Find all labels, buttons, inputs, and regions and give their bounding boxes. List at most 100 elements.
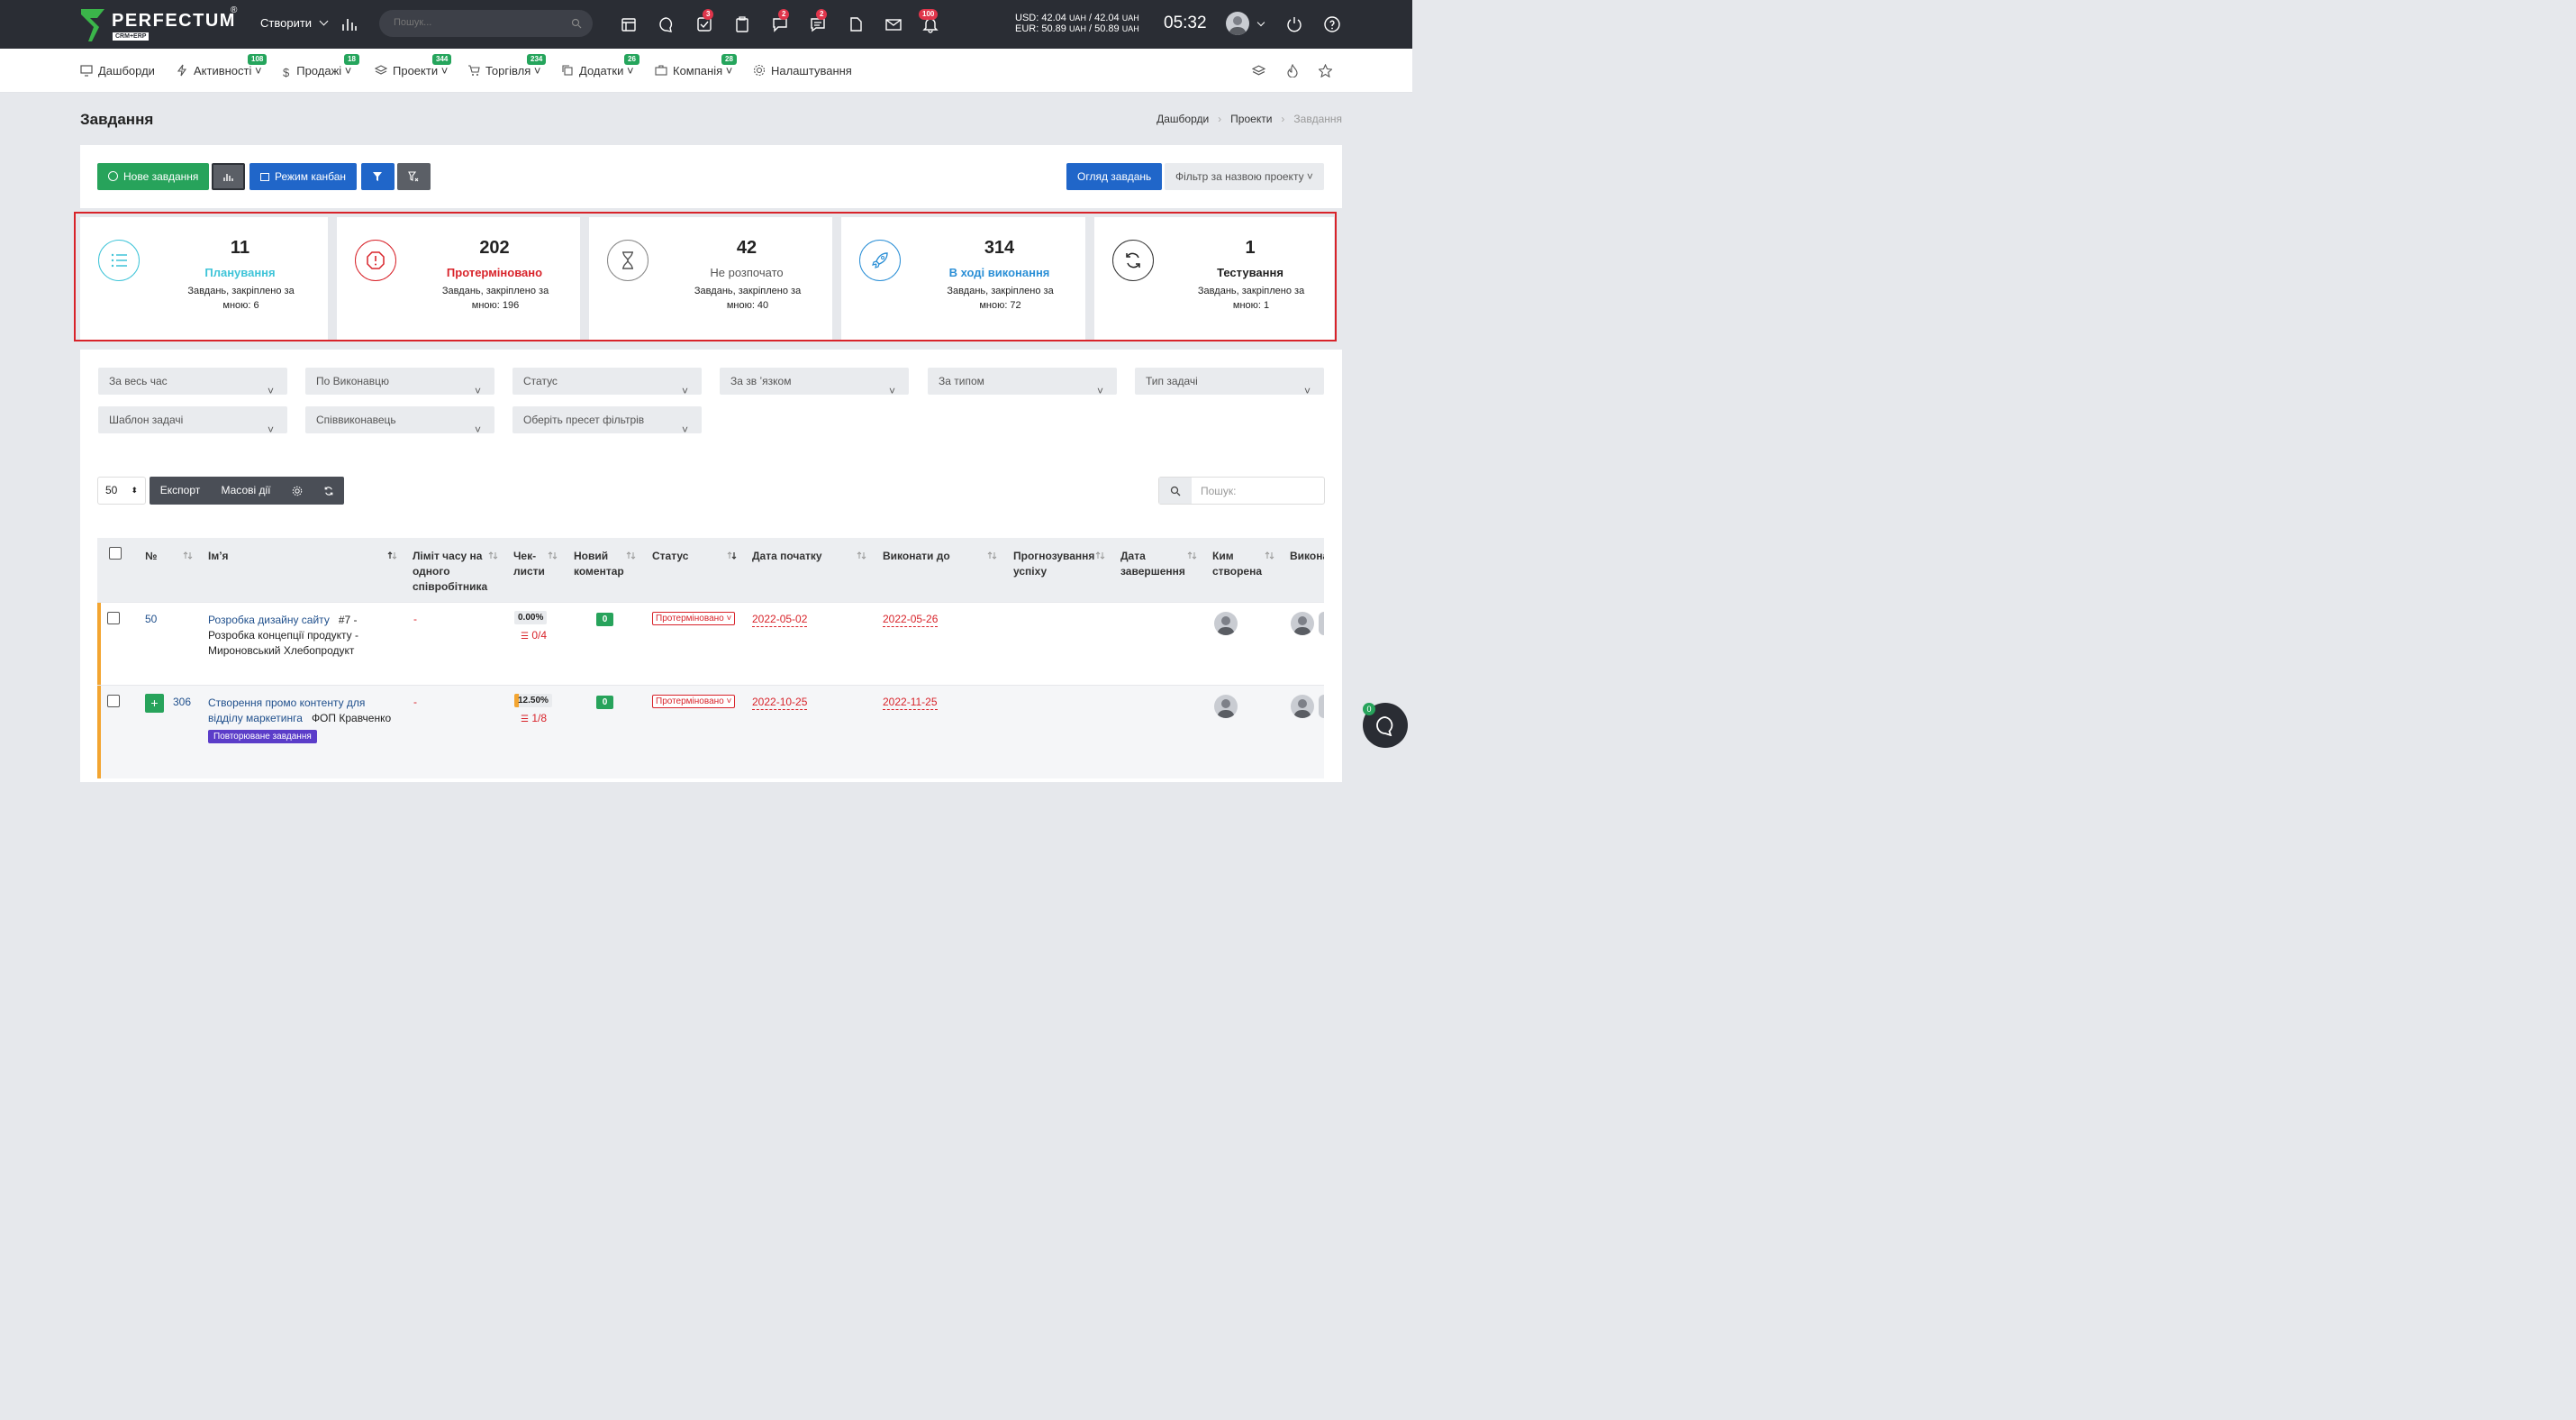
select-all-checkbox[interactable] xyxy=(109,547,122,560)
stats-toggle-button[interactable] xyxy=(212,163,245,190)
start-date[interactable]: 2022-10-25 xyxy=(752,696,808,710)
task-name-link[interactable]: Розробка дизайну сайту xyxy=(208,614,330,626)
nav-item-trade[interactable]: Торгівля ˅ 234 xyxy=(467,54,547,77)
status-select[interactable]: Протерміновано ˅ xyxy=(652,695,736,708)
clear-filter-button[interactable] xyxy=(397,163,431,190)
checklist-count[interactable]: ☰ 1/8 xyxy=(521,712,547,724)
row-checkbox[interactable] xyxy=(107,695,120,707)
sort-icon[interactable] xyxy=(626,551,636,560)
nav-item-dashboards[interactable]: Дашборди xyxy=(80,64,155,77)
col-assignee[interactable]: Викона xyxy=(1290,549,1324,564)
col-completion-date[interactable]: Дата завершення xyxy=(1120,549,1189,579)
layers-icon[interactable] xyxy=(1252,64,1265,77)
due-date[interactable]: 2022-11-25 xyxy=(883,696,938,710)
chevron-down-icon[interactable] xyxy=(1256,18,1265,27)
filter-status[interactable]: Статус ˅ xyxy=(512,368,702,397)
per-page-select[interactable]: 50 ⬍ xyxy=(97,477,146,505)
table-search[interactable]: Пошук: xyxy=(1158,477,1325,505)
global-search[interactable] xyxy=(379,10,593,37)
clipboard-icon[interactable] xyxy=(733,15,751,33)
power-icon[interactable] xyxy=(1285,15,1303,33)
task-overview-button[interactable]: Огляд завдань xyxy=(1066,163,1163,190)
support-chat-button[interactable]: 0 xyxy=(1363,703,1408,748)
filter-assignee[interactable]: По Виконавцю ˅ xyxy=(305,368,494,397)
col-number[interactable]: № xyxy=(145,549,157,564)
creator-avatar[interactable] xyxy=(1214,612,1238,635)
sort-icon[interactable] xyxy=(488,551,498,560)
creator-avatar[interactable] xyxy=(1214,695,1238,718)
sort-icon[interactable] xyxy=(1187,551,1197,560)
stat-card-testing[interactable]: 1 Тестування Завдань, закріплено за мною… xyxy=(1094,217,1334,340)
nav-item-projects[interactable]: Проекти ˅ 344 xyxy=(375,54,452,77)
col-time-limit[interactable]: Ліміт часу на одного співробітника xyxy=(413,549,487,595)
breadcrumb-item[interactable]: Проекти xyxy=(1230,113,1272,125)
nav-item-apps[interactable]: Додатки ˅ 26 xyxy=(561,54,639,77)
sort-icon[interactable] xyxy=(727,551,737,560)
task-number[interactable]: 306 xyxy=(173,696,191,708)
global-search-input[interactable] xyxy=(394,17,565,28)
filter-template[interactable]: Шаблон задачі ˅ xyxy=(98,406,287,436)
filter-co-assignee[interactable]: Співвиконавець ˅ xyxy=(305,406,494,436)
assignee-avatar[interactable] xyxy=(1291,695,1314,718)
due-date[interactable]: 2022-05-26 xyxy=(883,613,939,627)
nav-item-sales[interactable]: $ Продажі ˅ 18 xyxy=(283,54,359,79)
filter-type[interactable]: За типом ˅ xyxy=(928,368,1117,397)
calendar-icon[interactable] xyxy=(620,15,638,33)
stat-card-in-progress[interactable]: 314 В ході виконання Завдань, закріплено… xyxy=(841,217,1085,340)
sort-icon[interactable] xyxy=(987,551,997,560)
checklist-count[interactable]: ☰ 0/4 xyxy=(521,629,547,642)
start-date[interactable]: 2022-05-02 xyxy=(752,613,808,627)
row-checkbox[interactable] xyxy=(107,612,120,624)
sort-icon[interactable] xyxy=(387,551,397,560)
document-icon[interactable] xyxy=(847,15,865,33)
breadcrumb-item[interactable]: Дашборди xyxy=(1156,113,1209,125)
sort-icon[interactable] xyxy=(857,551,866,560)
status-select[interactable]: Протерміновано ˅ xyxy=(652,612,736,625)
user-avatar[interactable] xyxy=(1226,12,1249,35)
col-start-date[interactable]: Дата початку xyxy=(752,549,822,564)
nav-item-settings[interactable]: Налаштування xyxy=(753,64,852,77)
table-row[interactable]: 50 Розробка дизайну сайту #7 - Розробка … xyxy=(97,602,1324,685)
flame-icon[interactable] xyxy=(1286,64,1299,77)
comment-count-badge[interactable]: 0 xyxy=(596,613,613,626)
create-menu[interactable]: Створити xyxy=(260,16,329,30)
kanban-button[interactable]: Режим канбан xyxy=(249,163,358,190)
export-button[interactable]: Експорт xyxy=(150,477,211,505)
stat-card-overdue[interactable]: 202 Протерміновано Завдань, закріплено з… xyxy=(337,217,580,340)
col-status[interactable]: Статус xyxy=(652,549,688,564)
assignee-avatar[interactable] xyxy=(1319,695,1324,718)
col-new-comment[interactable]: Новий коментар xyxy=(574,549,628,579)
logo[interactable]: PERFECTUM ® CRM+ERP xyxy=(79,5,241,43)
sort-icon[interactable] xyxy=(548,551,558,560)
help-icon[interactable] xyxy=(1323,15,1341,33)
expand-plus-button[interactable]: + xyxy=(145,694,164,713)
table-search-input[interactable]: Пошук: xyxy=(1201,485,1237,497)
task-relation[interactable]: ФОП Кравченко xyxy=(312,712,391,724)
nav-item-activities[interactable]: Активності ˅ 108 xyxy=(176,54,268,77)
col-success-forecast[interactable]: Прогнозування успіху xyxy=(1013,549,1103,579)
filter-preset[interactable]: Оберіть пресет фільтрів ˅ xyxy=(512,406,702,436)
filter-task-type[interactable]: Тип задачі ˅ xyxy=(1135,368,1324,397)
col-due-date[interactable]: Виконати до xyxy=(883,549,950,564)
star-icon[interactable] xyxy=(1319,64,1332,77)
reload-button[interactable] xyxy=(313,477,344,505)
col-created-by[interactable]: Ким створена xyxy=(1212,549,1263,579)
table-row[interactable]: + 306 Створення промо контенту для відді… xyxy=(97,685,1324,778)
filter-relation[interactable]: За зв ʼязком ˅ xyxy=(720,368,909,397)
table-settings-button[interactable] xyxy=(281,477,313,505)
stats-icon[interactable] xyxy=(340,15,358,33)
chat-bubble-icon[interactable] xyxy=(658,15,676,33)
filter-period[interactable]: За весь час ˅ xyxy=(98,368,287,397)
filter-button[interactable] xyxy=(361,163,395,190)
assignee-avatar[interactable] xyxy=(1291,612,1314,635)
nav-item-company[interactable]: Компанія ˅ 28 xyxy=(655,54,737,77)
new-task-button[interactable]: Нове завдання xyxy=(97,163,210,190)
project-filter-dropdown[interactable]: Фільтр за назвою проекту ˅ xyxy=(1165,163,1324,190)
table-search-button[interactable] xyxy=(1159,478,1192,504)
sort-icon[interactable] xyxy=(1095,551,1105,560)
stat-card-not-started[interactable]: 42 Не розпочато Завдань, закріплено за м… xyxy=(589,217,832,340)
comment-count-badge[interactable]: 0 xyxy=(596,696,613,709)
sort-icon[interactable] xyxy=(1265,551,1274,560)
col-name[interactable]: Імʼя xyxy=(208,549,229,564)
mail-icon[interactable] xyxy=(884,15,903,33)
